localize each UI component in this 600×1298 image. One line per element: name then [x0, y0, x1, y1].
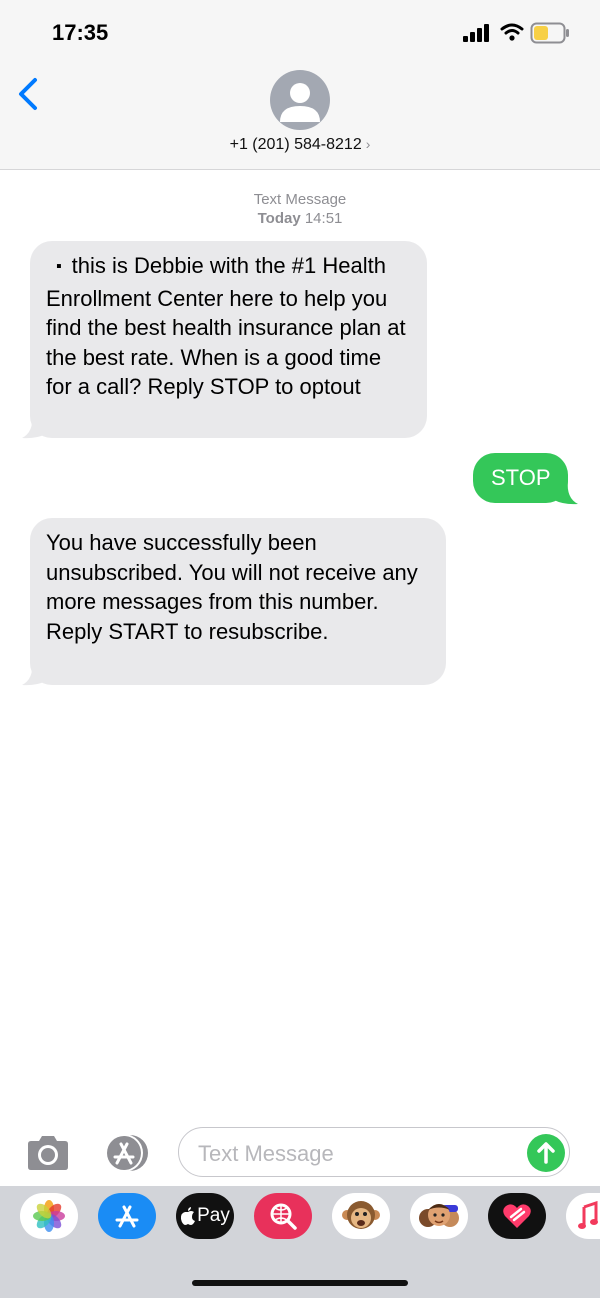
bullet-icon: ▪	[56, 258, 62, 275]
back-chevron-icon[interactable]	[15, 76, 45, 116]
service-label: Text Message	[253, 191, 347, 208]
send-button[interactable]	[527, 1134, 565, 1172]
home-indicator[interactable]	[192, 1280, 408, 1286]
contact-number: +1 (201) 584-8212	[229, 136, 362, 153]
status-time: 17:35	[52, 20, 109, 45]
message-text: STOP	[491, 465, 551, 490]
message-input[interactable]: Text Message	[178, 1127, 570, 1177]
animoji-app-button[interactable]	[332, 1193, 390, 1239]
message-input-placeholder: Text Message	[198, 1141, 334, 1166]
date-time-label: Today 14:51	[0, 209, 600, 228]
battery-icon	[530, 22, 569, 44]
app-store-button-icon[interactable]	[100, 1133, 152, 1173]
incoming-message-bubble[interactable]: You have successfully been unsubscribed.…	[30, 518, 446, 685]
conversation-header: 17:35 +1 (201) 584-8212 ›	[0, 0, 600, 170]
memoji-stickers-icon	[419, 1204, 459, 1227]
contact-name[interactable]: +1 (201) 584-8212 ›	[0, 136, 600, 154]
outgoing-message-bubble[interactable]: STOP	[473, 453, 568, 503]
wifi-icon	[500, 23, 524, 41]
camera-icon[interactable]	[24, 1134, 72, 1172]
digital-touch-app-button[interactable]	[488, 1193, 546, 1239]
day-label: Today	[257, 210, 301, 227]
contact-avatar[interactable]	[270, 70, 330, 130]
photos-app-button[interactable]	[20, 1193, 78, 1239]
image-search-app-button[interactable]	[254, 1193, 312, 1239]
apple-pay-icon	[181, 1207, 196, 1225]
apple-pay-app-button[interactable]: Pay	[176, 1193, 234, 1239]
photos-icon	[33, 1200, 65, 1232]
contact-chevron-icon: ›	[365, 136, 371, 152]
search-images-icon	[270, 1203, 297, 1230]
app-store-icon	[115, 1205, 139, 1228]
app-store-app-button[interactable]	[98, 1193, 156, 1239]
apple-pay-label: Pay	[197, 1205, 230, 1226]
digital-touch-icon	[503, 1204, 531, 1228]
message-text: You have successfully been unsubscribed.…	[46, 530, 418, 644]
music-icon	[578, 1201, 598, 1229]
memoji-app-button[interactable]	[410, 1193, 468, 1239]
message-text: this is Debbie with the #1 Health Enroll…	[46, 253, 406, 399]
cellular-signal-icon	[463, 24, 489, 42]
thread-timestamp: Text Message Today 14:51	[0, 190, 600, 228]
monkey-animoji-icon	[342, 1201, 380, 1229]
arrow-up-icon	[537, 1142, 555, 1164]
time-label: 14:51	[304, 210, 343, 227]
person-silhouette-icon	[280, 83, 320, 122]
incoming-message-bubble[interactable]: ▪ this is Debbie with the #1 Health Enrol…	[30, 241, 427, 438]
